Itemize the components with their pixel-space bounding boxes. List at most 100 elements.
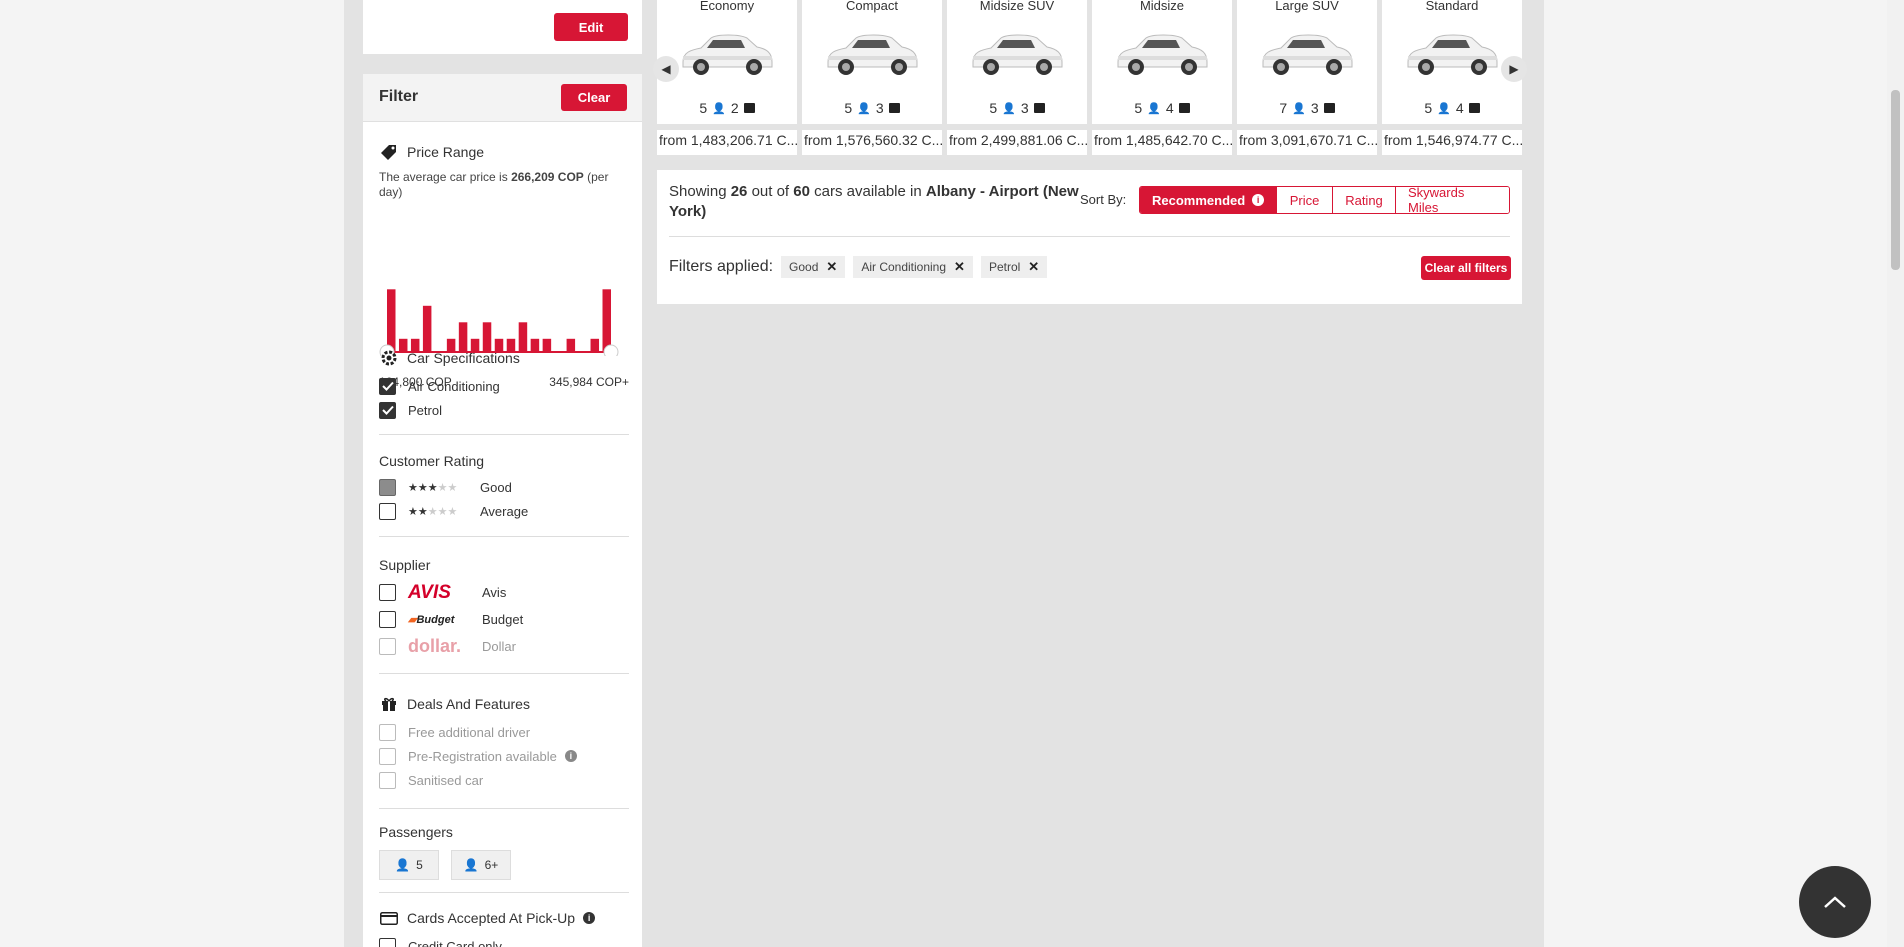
car-category-card[interactable]: Midsize SUV 5 👤 3 [947,0,1087,124]
checkbox[interactable] [379,584,396,601]
cards-section: Cards Accepted At Pick-Up i Credit Card … [379,908,629,947]
checkbox[interactable] [379,638,396,655]
car-category-price[interactable]: from 2,499,881.06 C... [947,130,1087,155]
price-histogram[interactable] [379,284,619,356]
dollar-logo: dollar. [408,636,462,656]
clear-filters-button[interactable]: Clear [561,84,627,111]
close-icon[interactable]: ✕ [954,259,965,275]
car-category-card[interactable]: Compact 5 👤 3 [802,0,942,124]
car-category-card[interactable]: Midsize 5 👤 4 [1092,0,1232,124]
car-capacity: 5 👤 4 [1092,100,1232,116]
info-icon[interactable]: i [564,750,577,762]
car-image [1117,34,1208,75]
sort-recommended[interactable]: Recommended i [1140,187,1276,213]
supplier-title: Supplier [379,557,431,573]
chevron-up-icon [1824,896,1846,908]
person-icon: 👤 [1002,102,1016,115]
car-category-card[interactable]: Large SUV 7 👤 3 [1237,0,1377,124]
price-range-section: Price Range The average car price is 266… [379,142,629,200]
card-credit-only[interactable]: Credit Card only [379,934,629,947]
price-tag-icon [379,143,399,161]
sort-skywards-miles[interactable]: Skywards Miles [1395,187,1509,213]
checkbox[interactable] [379,747,396,765]
car-category-name: Large SUV [1275,0,1339,13]
deal-pre-registration[interactable]: Pre-Registration available i [379,744,629,768]
car-category-price[interactable]: from 3,091,670.71 C... [1237,130,1377,155]
info-icon[interactable]: i [583,912,596,924]
info-icon: i [1252,194,1264,206]
checkbox[interactable] [379,723,396,741]
deal-free-driver[interactable]: Free additional driver [379,720,629,744]
average-price-text: The average car price is 266,209 COP (pe… [379,170,609,199]
sort-price[interactable]: Price [1276,187,1332,213]
checkbox[interactable] [379,377,396,395]
passengers-section: Passengers 👤 5 👤 6+ [379,822,629,880]
filters-applied-row: Filters applied: Good ✕ Air Conditioning ✕… [669,256,1048,278]
car-category-price[interactable]: from 1,576,560.32 C... [802,130,942,155]
three-star-icon: ★★★★★ [408,481,458,494]
car-category-name: Midsize SUV [979,0,1055,13]
person-icon: 👤 [1292,102,1306,115]
person-icon: 👤 [857,102,871,115]
scrollbar-thumb[interactable] [1891,90,1900,270]
rating-average[interactable]: ★★★★★ Average [379,499,629,523]
two-star-icon: ★★★★★ [408,505,458,518]
car-specs-section: Car Specifications Air Conditioning Petr… [379,348,629,422]
rating-good[interactable]: ★★★★★ Good [379,475,629,499]
passengers-6plus-button[interactable]: 👤 6+ [451,850,511,880]
divider [379,808,629,809]
edit-button[interactable]: Edit [554,13,628,41]
car-category-price[interactable]: from 1,483,206.71 C... [657,130,797,155]
histogram-bar [387,289,396,352]
checkbox[interactable] [379,937,396,947]
car-category-price[interactable]: from 1,485,642.70 C... [1092,130,1232,155]
person-icon: 👤 [1147,102,1161,115]
supplier-avis[interactable]: AVIS Avis [379,579,629,606]
page-scrollbar[interactable] [1887,0,1904,947]
passengers-5-button[interactable]: 👤 5 [379,850,439,880]
divider [379,536,629,537]
car-capacity: 5 👤 4 [1382,100,1522,116]
gift-icon [379,695,399,713]
car-category-card[interactable]: Standard 5 👤 4 [1382,0,1522,124]
sort-options: Recommended i Price Rating Skywards Mile… [1139,186,1510,214]
luggage-icon [1323,103,1335,113]
price-histogram-chart [379,289,619,356]
checkbox[interactable] [379,611,396,628]
histogram-bar [602,289,611,352]
car-category-name: Economy [699,0,755,13]
spec-petrol[interactable]: Petrol [379,398,629,422]
close-icon[interactable]: ✕ [1028,259,1039,275]
filter-chip-air-conditioning: Air Conditioning ✕ [853,256,973,278]
checkbox[interactable] [379,478,396,496]
avis-logo: AVIS [408,581,451,603]
budget-logo: ▰Budget [408,614,455,626]
close-icon[interactable]: ✕ [826,259,837,275]
sort-rating[interactable]: Rating [1332,187,1395,213]
filter-title: Filter [379,88,419,105]
supplier-dollar[interactable]: dollar. Dollar [379,633,629,660]
checkbox[interactable] [379,771,396,789]
checkbox[interactable] [379,502,396,520]
spec-air-conditioning[interactable]: Air Conditioning [379,374,629,398]
car-category-carousel: Economy 5 👤 2 from 1,483,206.71 C... Compact 5… [653,0,1527,155]
deal-sanitised-car[interactable]: Sanitised car [379,768,629,792]
car-image [1407,34,1498,75]
car-image [682,34,773,75]
passengers-title: Passengers [379,824,453,840]
car-image [1262,34,1353,75]
supplier-budget[interactable]: ▰Budget Budget [379,606,629,633]
checkbox[interactable] [379,401,396,419]
clear-all-filters-button[interactable]: Clear all filters [1421,256,1511,280]
cards-title: Cards Accepted At Pick-Up [407,910,576,926]
filter-header: Filter Clear [363,74,642,122]
carousel-prev-arrow[interactable]: ◀ [653,56,679,82]
divider [379,892,629,893]
divider [379,434,629,435]
divider [379,673,629,674]
car-category-price[interactable]: from 1,546,974.77 C... [1382,130,1522,155]
carousel-next-arrow[interactable]: ▶ [1501,56,1527,82]
car-category-card[interactable]: Economy 5 👤 2 [657,0,797,124]
back-to-top-button[interactable] [1799,866,1871,938]
car-specs-title: Car Specifications [407,350,520,366]
